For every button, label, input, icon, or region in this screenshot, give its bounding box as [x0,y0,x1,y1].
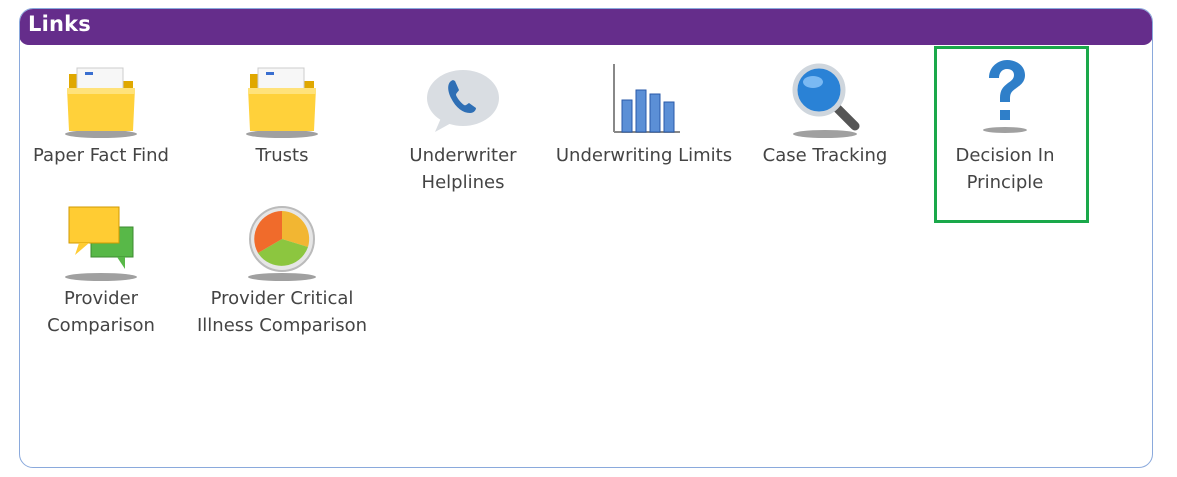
link-case-tracking[interactable]: Case Tracking [736,58,914,169]
link-label: Paper Fact Find [33,145,169,166]
folder-icon [246,67,318,138]
folder-icon [65,67,137,138]
link-label: Case Tracking [762,145,888,166]
link-trusts[interactable]: Trusts [193,58,371,169]
link-paper-fact-find[interactable]: Paper Fact Find [12,58,190,169]
link-provider-comparison[interactable]: Provider Comparison [12,201,190,339]
selected-link-highlight [934,46,1089,223]
link-label: Trusts [255,145,309,166]
link-underwriting-limits[interactable]: Underwriting Limits [555,58,733,169]
panel-title: Links [28,12,91,36]
speech-bubbles-icon [65,206,137,281]
phone-bubble-icon [427,70,499,132]
pie-chart-icon [248,206,316,281]
link-label: Underwriting Limits [555,145,733,166]
panel-header: Links [20,9,1152,45]
link-underwriter-helplines[interactable]: Underwriter Helplines [374,58,552,196]
link-label: Provider Comparison [47,288,155,336]
link-provider-critical-illness-comparison[interactable]: Provider Critical Illness Comparison [193,201,371,339]
bar-chart-icon [613,64,680,133]
magnifier-icon [792,63,860,138]
link-label: Underwriter Helplines [409,145,517,193]
link-label: Provider Critical Illness Comparison [196,288,368,336]
